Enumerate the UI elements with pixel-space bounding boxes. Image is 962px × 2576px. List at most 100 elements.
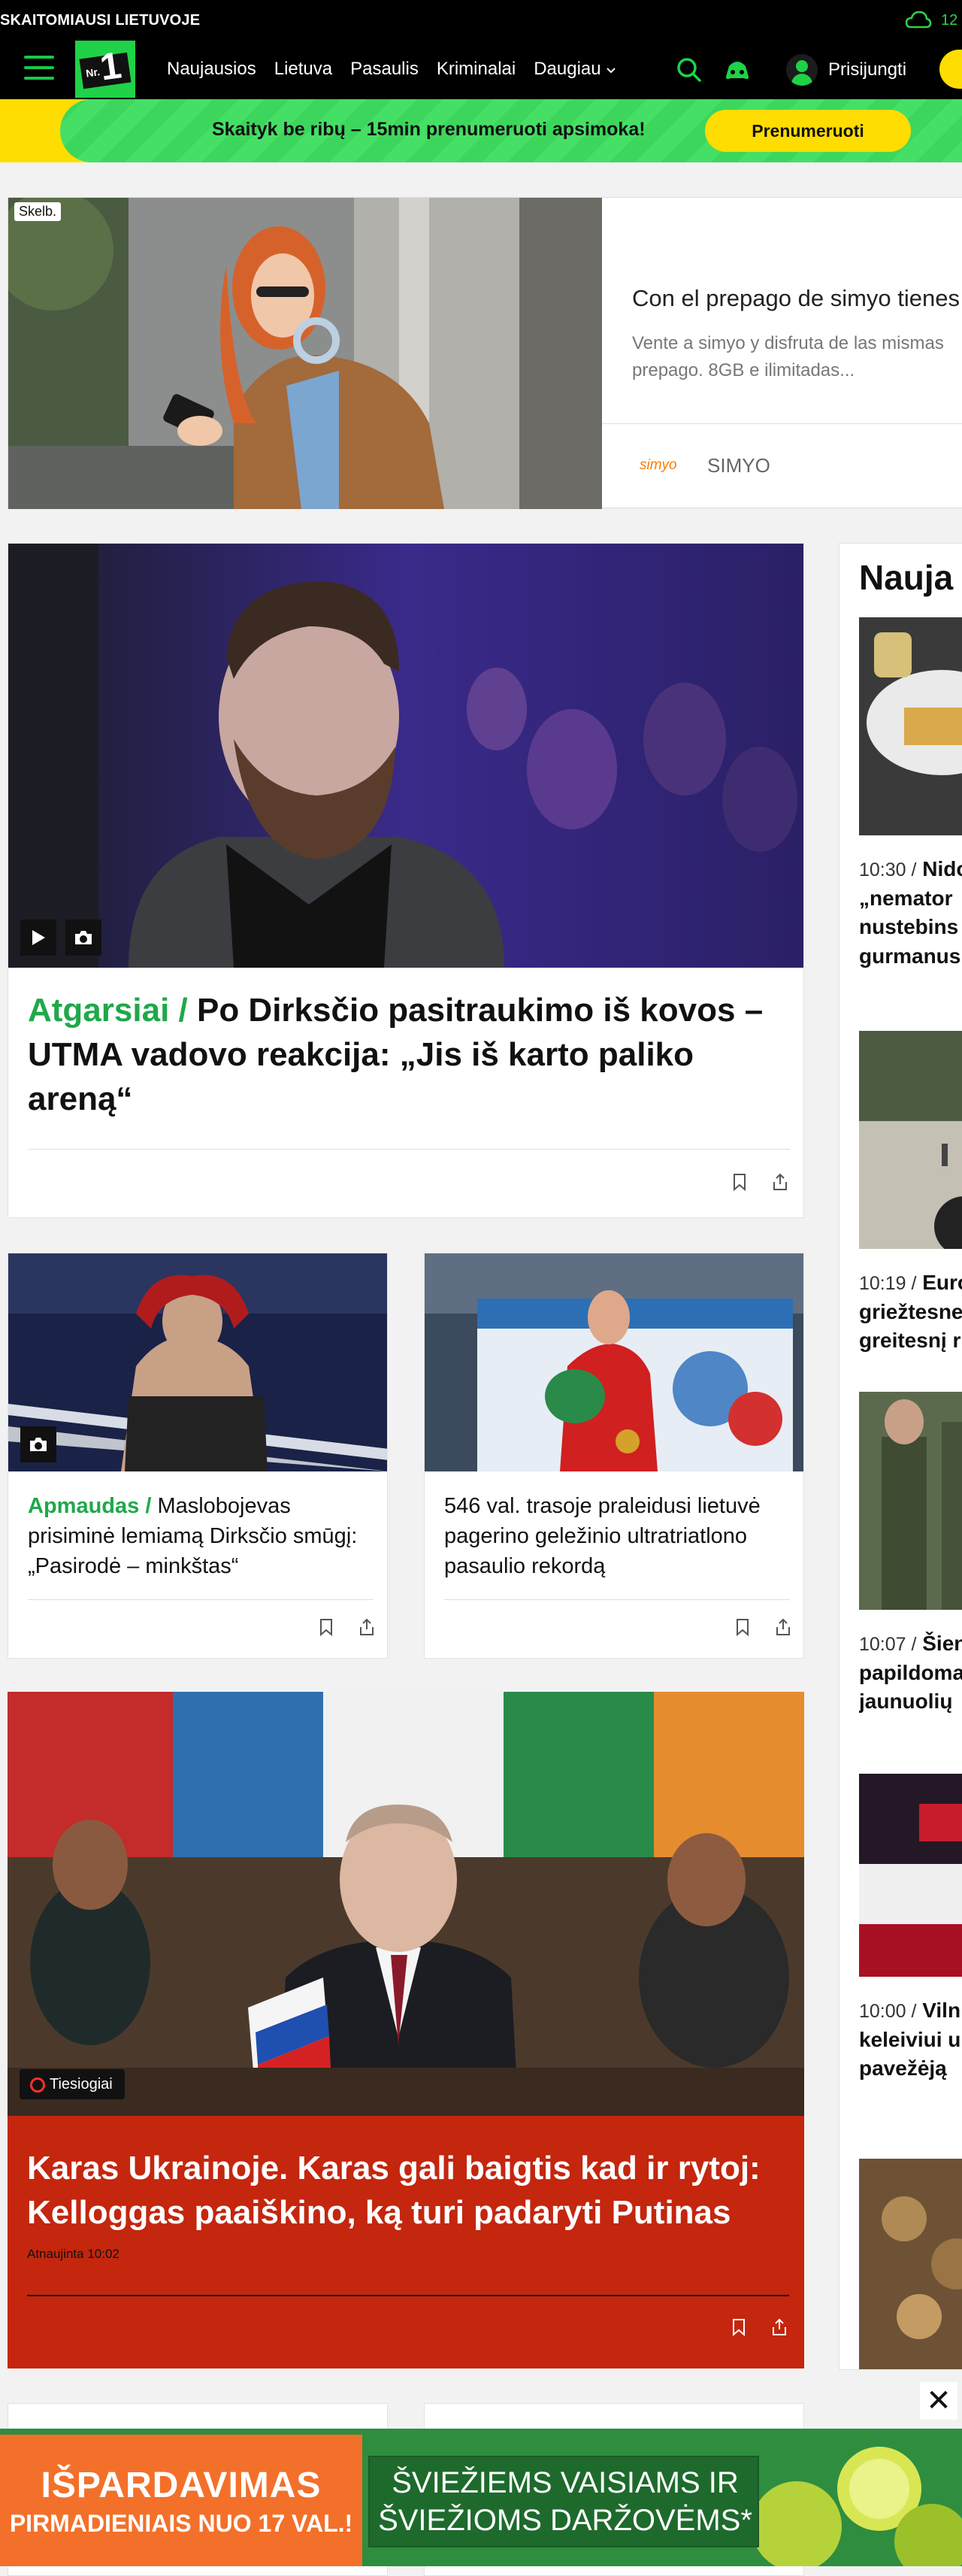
brand-name: SIMYO: [707, 454, 770, 477]
story-kicker[interactable]: Atgarsiai /: [28, 992, 188, 1029]
sidebar-item-title[interactable]: greitesnį r: [859, 1329, 960, 1352]
update-time: Atnaujinta 10:02: [27, 2247, 119, 2261]
story-left-image: [8, 1253, 387, 1471]
bookmark-icon[interactable]: [733, 1617, 752, 1637]
sidebar-item-title[interactable]: jaunuolių: [859, 1690, 952, 1713]
sidebar-item-image[interactable]: [859, 1392, 962, 1610]
sidebar-item-title[interactable]: Euro: [922, 1271, 962, 1294]
share-icon[interactable]: [357, 1617, 377, 1637]
share-icon[interactable]: [770, 1172, 790, 1192]
media-badges: [20, 920, 101, 956]
top-bar: SKAITOMIAUSI LIETUVOJE 12: [0, 0, 962, 39]
sidebar-item-title[interactable]: gurmanus: [859, 944, 960, 968]
nav-link-daugiau[interactable]: Daugiau: [534, 59, 616, 80]
brand-logo: simyo: [640, 457, 677, 473]
chevron-down-icon: [607, 68, 616, 74]
story-right-image: [425, 1253, 803, 1471]
sidebar-item-time: 10:00 /: [859, 2001, 917, 2022]
share-icon[interactable]: [773, 1617, 793, 1637]
ad-label: Skelb.: [14, 202, 62, 221]
story-actions: [316, 1617, 377, 1637]
sidebar-item-image[interactable]: [859, 1031, 962, 1249]
ad-description-line-1: Vente a simyo y disfruta de las mismas: [632, 333, 944, 353]
temperature: 12: [941, 12, 958, 29]
subscribe-button[interactable]: Prenumeruoti: [705, 110, 911, 152]
sidebar-item-title[interactable]: Nido: [922, 857, 962, 880]
story-actions: [730, 1172, 790, 1192]
login-label: Prisijungti: [828, 59, 907, 80]
live-story-image: Tiesiogiai: [8, 1692, 804, 2116]
produce-line-2: ŠVIEŽIOMS DARŽOVĖMS*: [378, 2504, 752, 2537]
logo-mark: Nr. 1: [79, 44, 132, 89]
story-right-headline[interactable]: 546 val. trasoje praleidusi lietuvė page…: [444, 1491, 790, 1581]
search-icon[interactable]: [675, 56, 703, 84]
subscription-promo: Skaityk be ribų – 15min prenumeruoti aps…: [0, 99, 962, 162]
main-story-card[interactable]: Atgarsiai / Po Dirksčio pasitraukimo iš …: [8, 543, 804, 1218]
subscribe-pill[interactable]: [939, 50, 962, 89]
sale-title: IŠPARDAVIMAS: [41, 2465, 322, 2505]
ad-brand: simyo SIMYO: [602, 423, 962, 509]
sidebar-item-text[interactable]: 10:30 / Nido „nemator nustebins gurmanus: [859, 855, 962, 971]
story-card-right[interactable]: 546 val. trasoje praleidusi lietuvė page…: [424, 1253, 804, 1659]
sidebar-title: Nauja: [859, 558, 954, 597]
sponsored-ad[interactable]: Skelb. Con el prepago de simyo tienes Ve…: [8, 197, 962, 509]
camera-icon: [20, 1426, 56, 1462]
main-story-headline[interactable]: Atgarsiai / Po Dirksčio pasitraukimo iš …: [28, 989, 787, 1122]
live-badge: Tiesiogiai: [20, 2069, 125, 2099]
sale-subtitle: PIRMADIENIAIS NUO 17 VAL.!: [9, 2510, 353, 2537]
nav-link-pasaulis[interactable]: Pasaulis: [350, 59, 419, 80]
live-story-headline[interactable]: Karas Ukrainoje. Karas gali baigtis kad …: [27, 2146, 794, 2235]
sidebar-item-time: 10:07 /: [859, 1634, 917, 1655]
sidebar-item-text[interactable]: 10:00 / Vilni keleiviui u pavežėją: [859, 1996, 962, 2084]
main-story-image: [8, 544, 803, 968]
camera-icon: [65, 920, 101, 956]
bookmark-icon[interactable]: [729, 2317, 749, 2337]
sidebar-item-image[interactable]: [859, 2159, 962, 2369]
game-controller-icon[interactable]: [723, 56, 752, 84]
bookmark-icon[interactable]: [316, 1617, 336, 1637]
story-card-left[interactable]: Apmaudas / Maslobojevas prisiminė lemiam…: [8, 1253, 388, 1659]
ad-image: Skelb.: [8, 198, 602, 509]
fresh-produce-panel: ŠVIEŽIEMS VAISIAMS IR ŠVIEŽIOMS DARŽOVĖM…: [368, 2456, 759, 2547]
sidebar-item-text[interactable]: 10:07 / Šien papildoma jaunuolių: [859, 1629, 962, 1717]
nav-link-lietuva[interactable]: Lietuva: [274, 59, 332, 80]
sidebar-item-text[interactable]: 10:19 / Euro griežtesne greitesnį r: [859, 1268, 962, 1356]
produce-line-1: ŠVIEŽIEMS VAISIAMS IR: [392, 2466, 739, 2499]
login-button[interactable]: Prisijungti: [786, 54, 906, 86]
menu-icon[interactable]: [24, 56, 54, 83]
nav-link-naujausios[interactable]: Naujausios: [167, 59, 256, 80]
nav-links: Naujausios Lietuva Pasaulis Kriminalai D…: [167, 59, 616, 80]
story-left-headline[interactable]: Apmaudas / Maslobojevas prisiminė lemiam…: [28, 1491, 374, 1581]
sidebar-item-title[interactable]: pavežėją: [859, 2056, 947, 2080]
main-navigation: Nr. 1 Naujausios Lietuva Pasaulis Krimin…: [0, 39, 962, 99]
sidebar-item-title[interactable]: griežtesne: [859, 1300, 962, 1323]
live-story-card[interactable]: Tiesiogiai Karas Ukrainoje. Karas gali b…: [8, 1692, 804, 2368]
divider: [27, 2295, 789, 2296]
sidebar-item-title[interactable]: Šien: [922, 1632, 962, 1655]
logo-number: 1: [97, 44, 124, 89]
share-icon[interactable]: [770, 2317, 789, 2337]
sidebar-item-title[interactable]: Vilni: [922, 1999, 962, 2022]
site-logo[interactable]: Nr. 1: [75, 41, 135, 98]
weather-icon: [905, 11, 932, 29]
ad-title[interactable]: Con el prepago de simyo tienes: [632, 285, 960, 312]
sidebar-item-image[interactable]: [859, 1774, 962, 1977]
sidebar-item-title[interactable]: „nemator: [859, 886, 952, 910]
story-actions: [733, 1617, 793, 1637]
nav-link-daugiau-label: Daugiau: [534, 59, 601, 79]
close-ad-button[interactable]: ✕: [920, 2382, 957, 2420]
story-kicker[interactable]: Apmaudas /: [28, 1494, 151, 1518]
sidebar-item-title[interactable]: papildoma: [859, 1661, 962, 1684]
user-icon: [786, 54, 818, 86]
sale-panel: IŠPARDAVIMAS PIRMADIENIAIS NUO 17 VAL.!: [0, 2435, 362, 2566]
sticky-bottom-ad[interactable]: IŠPARDAVIMAS PIRMADIENIAIS NUO 17 VAL.! …: [0, 2429, 962, 2566]
sidebar-item-title[interactable]: nustebins: [859, 915, 958, 938]
site-tagline: SKAITOMIAUSI LIETUVOJE: [0, 12, 201, 29]
sidebar-item-title[interactable]: keleiviui u: [859, 2028, 960, 2051]
sidebar-item-image[interactable]: [859, 617, 962, 835]
ad-description-line-2: prepago. 8GB e ilimitadas...: [632, 360, 855, 380]
fruit-image: [752, 2447, 962, 2566]
latest-news-sidebar: Nauja 10:30 / Nido „nemator nustebins gu…: [839, 543, 962, 2370]
bookmark-icon[interactable]: [730, 1172, 749, 1192]
nav-link-kriminalai[interactable]: Kriminalai: [437, 59, 516, 80]
